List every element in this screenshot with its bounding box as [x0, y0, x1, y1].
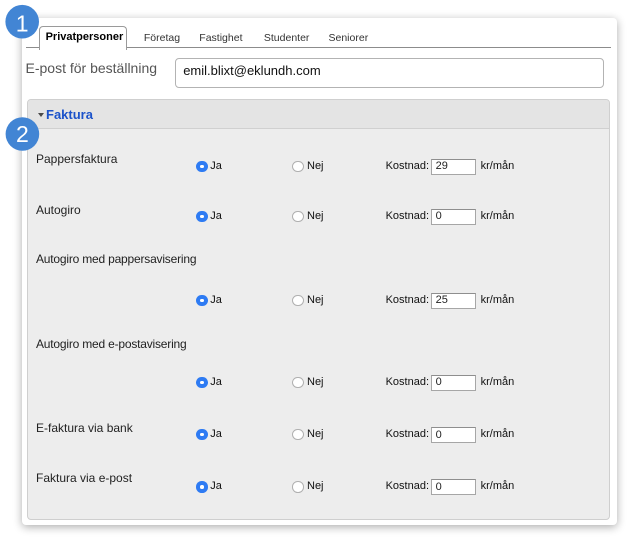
svg-text:2: 2 [16, 121, 29, 147]
svg-text:1: 1 [16, 10, 29, 36]
